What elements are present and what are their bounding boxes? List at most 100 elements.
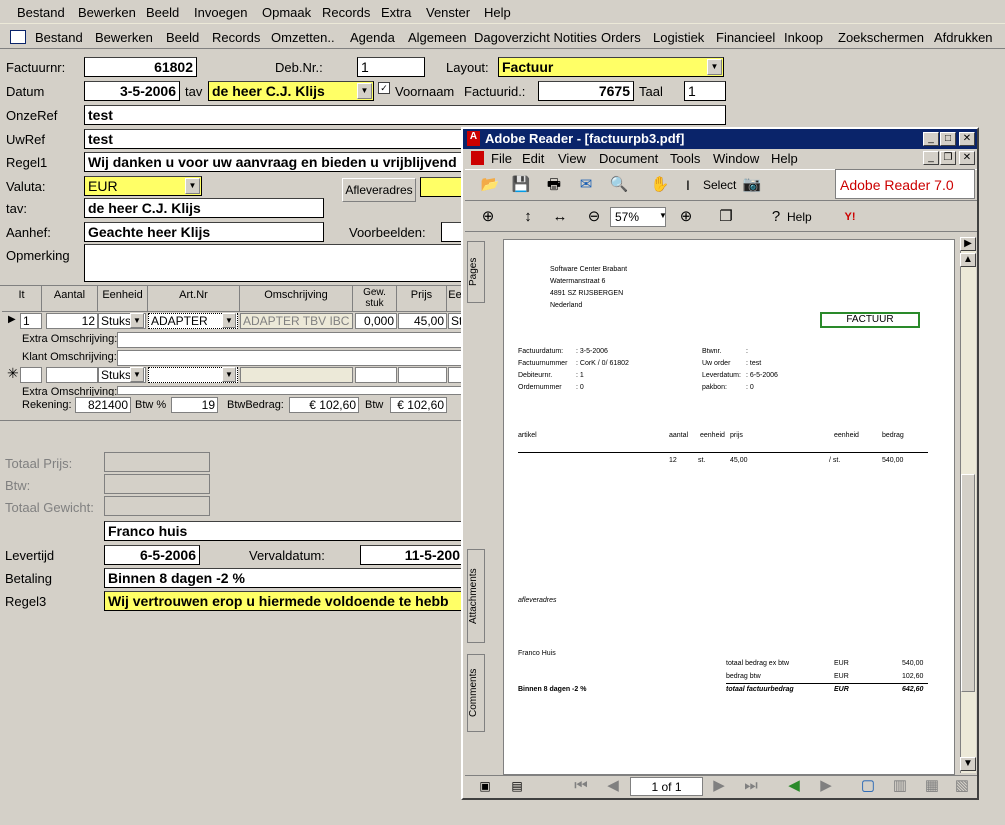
menu-records[interactable]: Records [322, 5, 370, 20]
menu2-dagoverzicht[interactable]: Dagoverzicht Notities [474, 30, 597, 45]
menu2-omzetten[interactable]: Omzetten.. [271, 30, 335, 45]
adobe-menu-file[interactable]: File [491, 151, 512, 166]
menu-help[interactable]: Help [484, 5, 511, 20]
adobe-menu-view[interactable]: View [558, 151, 586, 166]
voornaam-checkbox[interactable]: ✓ [378, 82, 390, 94]
btw-field[interactable]: € 102,60 [390, 397, 447, 413]
pdf-status-icon-2[interactable]: ▤ [506, 775, 528, 797]
onzeref-field[interactable]: test [84, 105, 726, 125]
search-icon[interactable]: 🔍 [608, 174, 630, 196]
tab-comments[interactable]: Comments [467, 654, 485, 732]
rekening-field[interactable]: 821400 [75, 397, 131, 413]
menu2-bewerken[interactable]: Bewerken [95, 30, 153, 45]
fit-width-icon[interactable]: ↔ [549, 206, 571, 228]
btwbedrag-field[interactable]: € 102,60 [289, 397, 359, 413]
afleveradres-field[interactable] [420, 177, 464, 197]
prev-page-icon[interactable]: ◀ [602, 775, 624, 797]
row-aantal[interactable]: 12 [46, 313, 98, 329]
adobe-menu-document[interactable]: Document [599, 151, 658, 166]
menu-invoegen[interactable]: Invoegen [194, 5, 248, 20]
menu-bestand[interactable]: Bestand [17, 5, 65, 20]
form-icon[interactable] [10, 30, 26, 44]
pdf-page[interactable]: Software Center Brabant Watermanstraat 6… [503, 239, 955, 775]
new-row-gew[interactable] [355, 367, 397, 383]
snapshot-icon[interactable]: 📷 [741, 174, 763, 196]
scroll-thumb[interactable] [961, 474, 975, 692]
help-icon[interactable]: ? [765, 206, 787, 228]
menu2-zoekschermen[interactable]: Zoekschermen [838, 30, 924, 45]
tab-attachments[interactable]: Attachments [467, 549, 485, 643]
zoom-out-icon[interactable]: ⊖ [583, 206, 605, 228]
row-prijs[interactable]: 45,00 [398, 313, 447, 329]
go-forward-icon[interactable]: ▶ [815, 775, 837, 797]
afleveradres-button[interactable]: Afleveradres [342, 178, 416, 202]
btwpct-field[interactable]: 19 [171, 397, 218, 413]
zoom-level-field[interactable]: 57% [610, 207, 666, 227]
doc-icon[interactable] [471, 151, 484, 165]
scroll-down-icon[interactable]: ▼ [960, 757, 976, 771]
menu2-records[interactable]: Records [212, 30, 260, 45]
new-row-artnr-dropdown-icon[interactable]: ▼ [222, 367, 236, 382]
facing-icon[interactable]: ▦ [921, 775, 943, 797]
menu-beeld[interactable]: Beeld [146, 5, 179, 20]
email-icon[interactable]: ✉ [575, 174, 597, 196]
franco-field[interactable]: Franco huis [104, 521, 464, 541]
doc-restore-icon[interactable]: ❐ [940, 151, 956, 165]
valuta-dropdown-icon[interactable]: ▼ [185, 178, 200, 194]
row-gew[interactable]: 0,000 [355, 313, 397, 329]
continuous-icon[interactable]: ▥ [889, 775, 911, 797]
new-row-aantal[interactable] [46, 367, 98, 383]
menu2-beeld[interactable]: Beeld [166, 30, 199, 45]
regel1-field[interactable]: Wij danken u voor uw aanvraag en bieden … [84, 152, 464, 172]
extra-omschrijving-field-2[interactable] [117, 386, 464, 395]
menu2-logistiek[interactable]: Logistiek [653, 30, 704, 45]
layout-dropdown-icon[interactable]: ▼ [707, 59, 722, 75]
last-page-icon[interactable]: ⏭ [740, 775, 762, 797]
menu2-afdrukken[interactable]: Afdrukken [934, 30, 993, 45]
new-row-prijs[interactable] [398, 367, 447, 383]
row-artnr-dropdown-icon[interactable]: ▼ [222, 313, 236, 328]
scroll-up-icon[interactable]: ▲ [960, 253, 976, 267]
extra-omschrijving-field[interactable] [117, 332, 464, 348]
menu2-agenda[interactable]: Agenda [350, 30, 395, 45]
factuurid-field[interactable]: 7675 [538, 81, 634, 101]
regel3-field[interactable]: Wij vertrouwen erop u hiermede voldoende… [104, 591, 464, 611]
menu2-orders[interactable]: Orders [601, 30, 641, 45]
doc-minimize-icon[interactable]: _ [923, 151, 939, 165]
hand-tool-icon[interactable]: ✋ [649, 174, 671, 196]
opmerking-field[interactable] [84, 244, 464, 282]
menu2-inkoop[interactable]: Inkoop [784, 30, 823, 45]
open-folder-icon[interactable]: 📂 [479, 174, 501, 196]
adobe-menu-help[interactable]: Help [771, 151, 798, 166]
save-icon[interactable]: 💾 [510, 174, 532, 196]
minimize-icon[interactable]: _ [923, 132, 939, 146]
first-page-icon[interactable]: ⏮ [570, 775, 592, 797]
menu2-financieel[interactable]: Financieel [716, 30, 775, 45]
print-icon[interactable]: 🖶 [543, 174, 565, 196]
adobe-menu-window[interactable]: Window [713, 151, 759, 166]
go-back-icon[interactable]: ◀ [783, 775, 805, 797]
taal-field[interactable]: 1 [684, 81, 726, 101]
row-it[interactable]: 1 [20, 313, 42, 329]
page-number-field[interactable]: 1 of 1 [630, 777, 703, 796]
new-row-eenheid-dropdown-icon[interactable]: ▼ [130, 367, 144, 382]
new-row-omschrijving[interactable] [240, 367, 353, 383]
tab-pages[interactable]: Pages [467, 241, 485, 303]
new-row-it[interactable] [20, 367, 42, 383]
menu-bewerken[interactable]: Bewerken [78, 5, 136, 20]
menu2-algemeen[interactable]: Algemeen [408, 30, 467, 45]
close-icon[interactable]: ✕ [959, 132, 975, 146]
zoom-in-icon[interactable]: ⊕ [477, 206, 499, 228]
menu-venster[interactable]: Venster [426, 5, 470, 20]
pdf-status-icon-1[interactable]: ▣ [474, 775, 496, 797]
menu-extra[interactable]: Extra [381, 5, 411, 20]
single-page-icon[interactable]: ▢ [857, 775, 879, 797]
yahoo-icon[interactable]: Y! [839, 206, 861, 228]
aanhef-field[interactable]: Geachte heer Klijs [84, 222, 324, 242]
factuurnr-field[interactable]: 61802 [84, 57, 197, 77]
scroll-right-icon[interactable]: ▶ [960, 237, 976, 251]
tav-select[interactable]: de heer C.J. Klijs [208, 81, 374, 101]
fit-page-icon[interactable]: ↕ [517, 206, 539, 228]
datum-field[interactable]: 3-5-2006 [84, 81, 180, 101]
debnr-field[interactable]: 1 [357, 57, 425, 77]
